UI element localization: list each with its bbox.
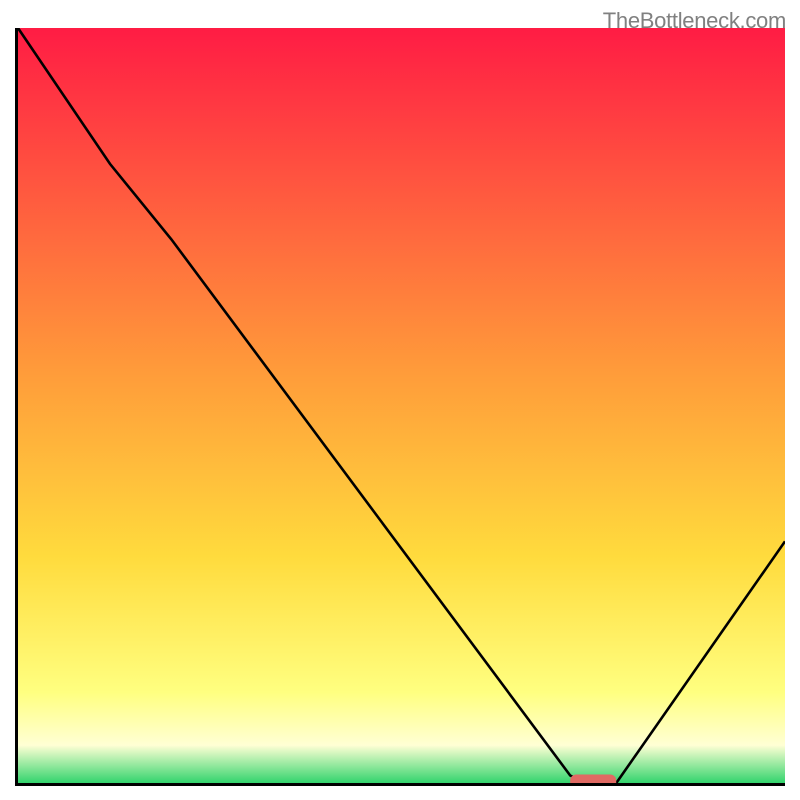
optimal-marker <box>570 775 616 784</box>
bottleneck-chart <box>18 28 785 783</box>
watermark-text: TheBottleneck.com <box>603 8 786 34</box>
gradient-bg <box>18 28 785 783</box>
